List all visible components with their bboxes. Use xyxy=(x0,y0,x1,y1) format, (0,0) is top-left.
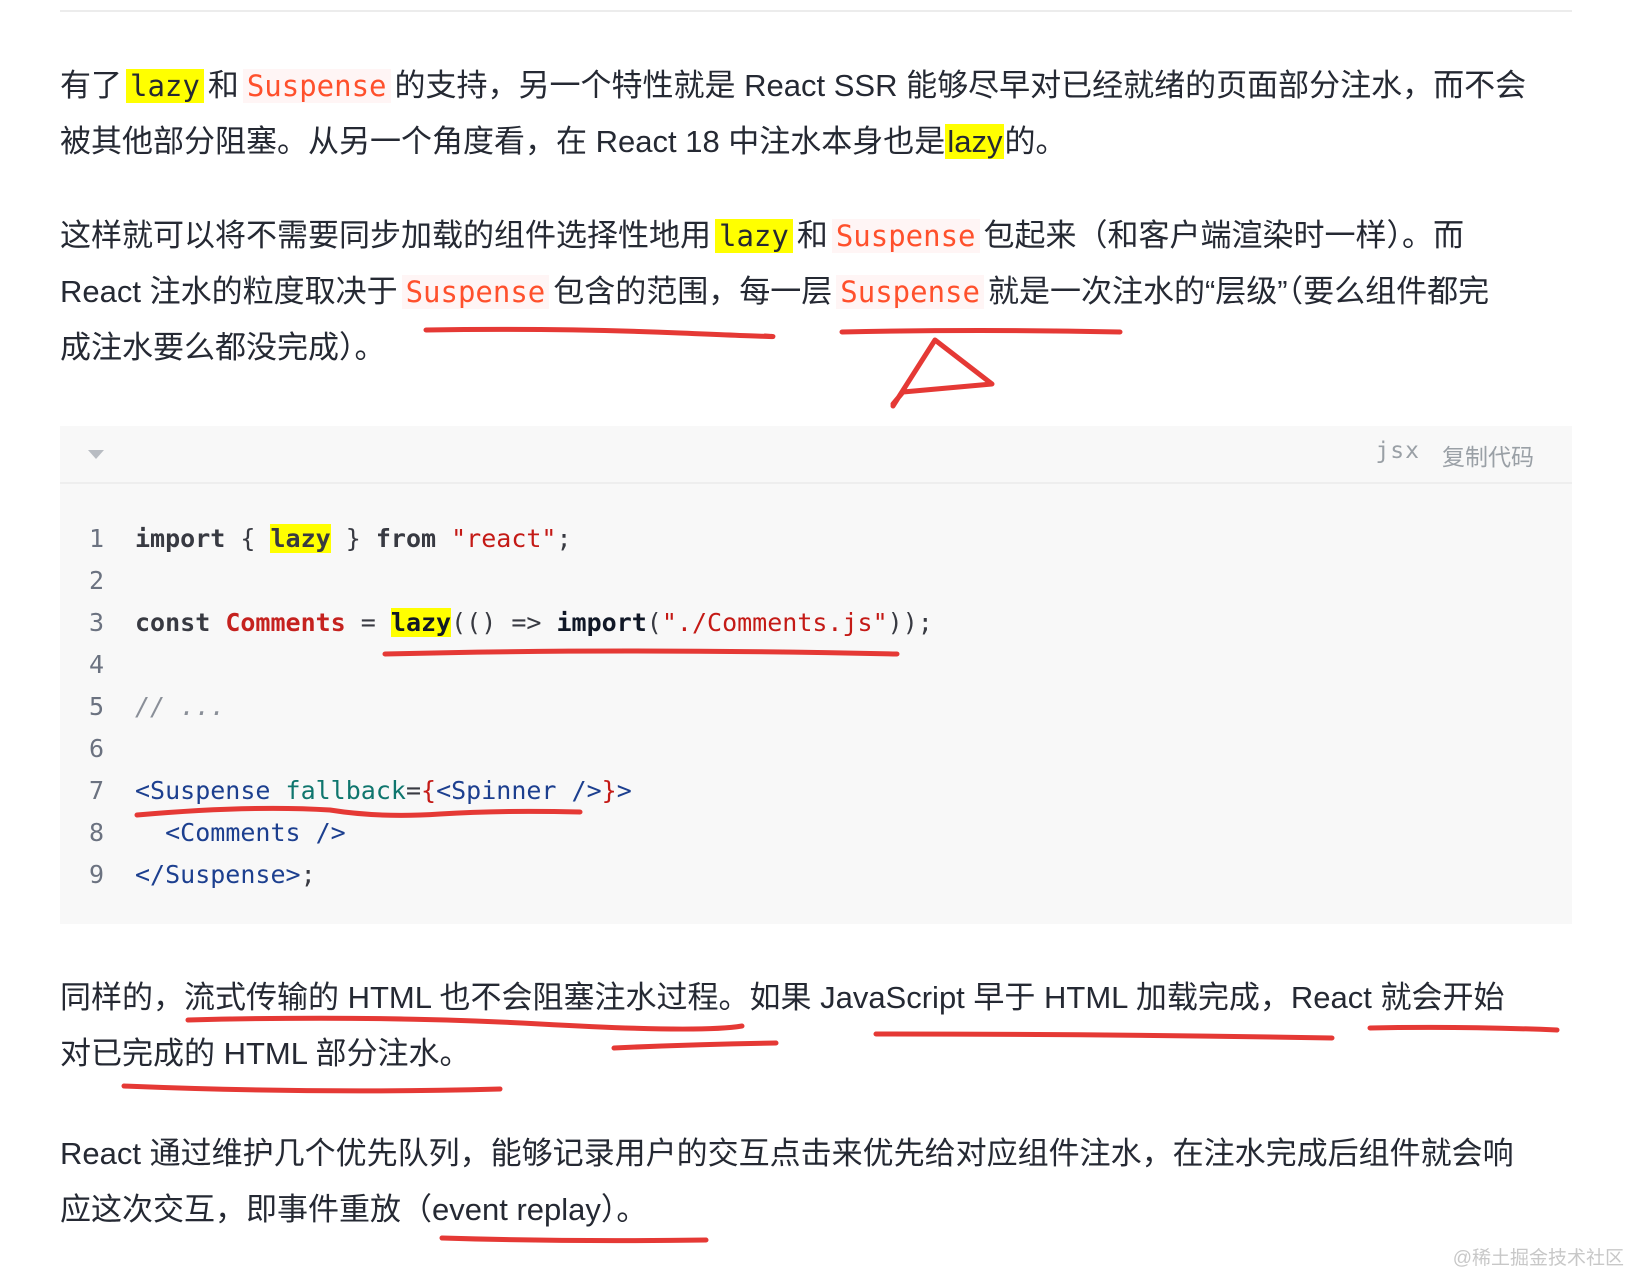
string: "react" xyxy=(451,524,557,553)
text: React 注水的粒度取决于 xyxy=(60,274,398,309)
paragraph-4: React 通过维护几个优先队列，能够记录用户的交互点击来优先给对应组件注水，在… xyxy=(60,1126,1572,1238)
keyword: import xyxy=(556,608,647,637)
code-line: 5 // ... xyxy=(60,686,1572,728)
text: 就是一次注水的“层级”（要么组件都完 xyxy=(987,274,1490,309)
punctuation: = xyxy=(405,776,422,805)
line-number: 6 xyxy=(88,734,104,763)
keyword: from xyxy=(375,524,437,553)
inline-code-lazy: lazy xyxy=(715,219,793,253)
text: 的支持，另一个特性就是 React SSR 能够尽早对已经就绪的页面部分注水，而… xyxy=(394,68,1527,103)
annotation-underline xyxy=(439,1235,709,1244)
text: 和 xyxy=(796,218,828,253)
line-number: 3 xyxy=(88,608,104,637)
line-number: 2 xyxy=(88,566,104,595)
code-line: 1 import { lazy } from "react"; xyxy=(60,518,1572,560)
text: 这样就可以将不需要同步加载的组件选择性地用 xyxy=(60,218,711,253)
punctuation: ; xyxy=(556,524,572,553)
jsx-attribute: fallback xyxy=(285,776,406,805)
punctuation: } xyxy=(601,776,617,805)
jsx-tag: </Suspense> xyxy=(135,860,301,889)
punctuation: = xyxy=(345,608,391,637)
text: React 通过维护几个优先队列，能够记录用户的交互点击来优先给对应组件注水，在… xyxy=(60,1136,1514,1171)
collapse-triangle-icon[interactable] xyxy=(88,450,104,459)
line-number: 1 xyxy=(88,524,104,553)
copy-code-button[interactable]: 复制代码 xyxy=(1442,438,1534,472)
code-line: 3 const Comments = lazy(() => import("./C… xyxy=(60,602,1572,644)
text: 包含的范围，每一层 xyxy=(553,274,833,309)
code-line: 8 <Comments /> xyxy=(60,812,1572,854)
code-line: 2 xyxy=(60,560,1572,602)
text: 被其他部分阻塞。从另一个角度看，在 React 18 中注水本身也是 xyxy=(60,124,946,159)
code-header: jsx 复制代码 xyxy=(60,426,1572,484)
comment: // ... xyxy=(135,692,226,721)
punctuation: } xyxy=(330,524,376,553)
text: 成注水要么都没完成）。 xyxy=(60,330,386,365)
inline-code-suspense: Suspense xyxy=(242,69,391,103)
keyword: import xyxy=(135,524,226,553)
highlighted-lazy: lazy xyxy=(270,524,331,553)
paragraph-1: 有了 lazy 和 Suspense 的支持，另一个特性就是 React SSR 能够尽… xyxy=(60,58,1572,170)
code-line: 4 xyxy=(60,644,1572,686)
watermark: @稀土掘金技术社区 xyxy=(1452,1248,1624,1269)
inline-code-lazy: lazy xyxy=(126,69,204,103)
inline-code-suspense: Suspense xyxy=(401,275,550,309)
annotation-underline xyxy=(121,1083,503,1094)
jsx-tag: <Spinner /> xyxy=(436,776,602,805)
text: 应这次交互，即事件重放（event replay）。 xyxy=(60,1192,648,1227)
code-language-label: jsx xyxy=(1375,438,1420,464)
punctuation: { xyxy=(225,524,271,553)
code-line: 9 </Suspense>; xyxy=(60,854,1572,896)
highlighted-lazy: lazy xyxy=(945,124,1005,159)
inline-code-suspense: Suspense xyxy=(836,275,984,309)
punctuation: { xyxy=(421,776,437,805)
variable-name: Comments xyxy=(225,608,346,637)
line-number: 4 xyxy=(88,650,104,679)
line-number: 8 xyxy=(88,818,104,847)
text: 同样的，流式传输的 HTML 也不会阻塞注水过程。如果 JavaScript 早… xyxy=(60,980,1505,1015)
line-number: 5 xyxy=(88,692,104,721)
punctuation: (() => xyxy=(451,608,557,637)
jsx-tag: > xyxy=(616,776,632,805)
top-divider xyxy=(60,10,1572,12)
keyword: const xyxy=(135,608,211,637)
string: "./Comments.js" xyxy=(661,608,888,637)
line-number: 7 xyxy=(88,776,104,805)
punctuation: )); xyxy=(887,608,933,637)
punctuation: ; xyxy=(300,860,316,889)
line-number: 9 xyxy=(88,860,104,889)
text: 和 xyxy=(207,68,239,103)
paragraph-2: 这样就可以将不需要同步加载的组件选择性地用 lazy 和 Suspense 包起来（和客… xyxy=(60,208,1572,376)
highlighted-lazy: lazy xyxy=(390,608,452,637)
text: 对已完成的 HTML 部分注水。 xyxy=(60,1036,471,1071)
punctuation: ( xyxy=(646,608,662,637)
text: 有了 xyxy=(60,68,122,103)
text: 包起来（和客户端渲染时一样）。而 xyxy=(983,218,1465,253)
text: 的。 xyxy=(1004,124,1067,159)
code-line: 6 xyxy=(60,728,1572,770)
code-block: jsx 复制代码 1 import { lazy } from "react"; … xyxy=(60,426,1572,924)
jsx-tag: <Suspense xyxy=(135,776,271,805)
code-lines: 1 import { lazy } from "react"; 2 3 const … xyxy=(60,518,1572,896)
jsx-tag: <Comments /> xyxy=(165,818,346,847)
code-line: 7 <Suspense fallback={<Spinner />}> xyxy=(60,770,1572,812)
inline-code-suspense: Suspense xyxy=(831,219,980,253)
paragraph-3: 同样的，流式传输的 HTML 也不会阻塞注水过程。如果 JavaScript 早… xyxy=(60,970,1572,1082)
